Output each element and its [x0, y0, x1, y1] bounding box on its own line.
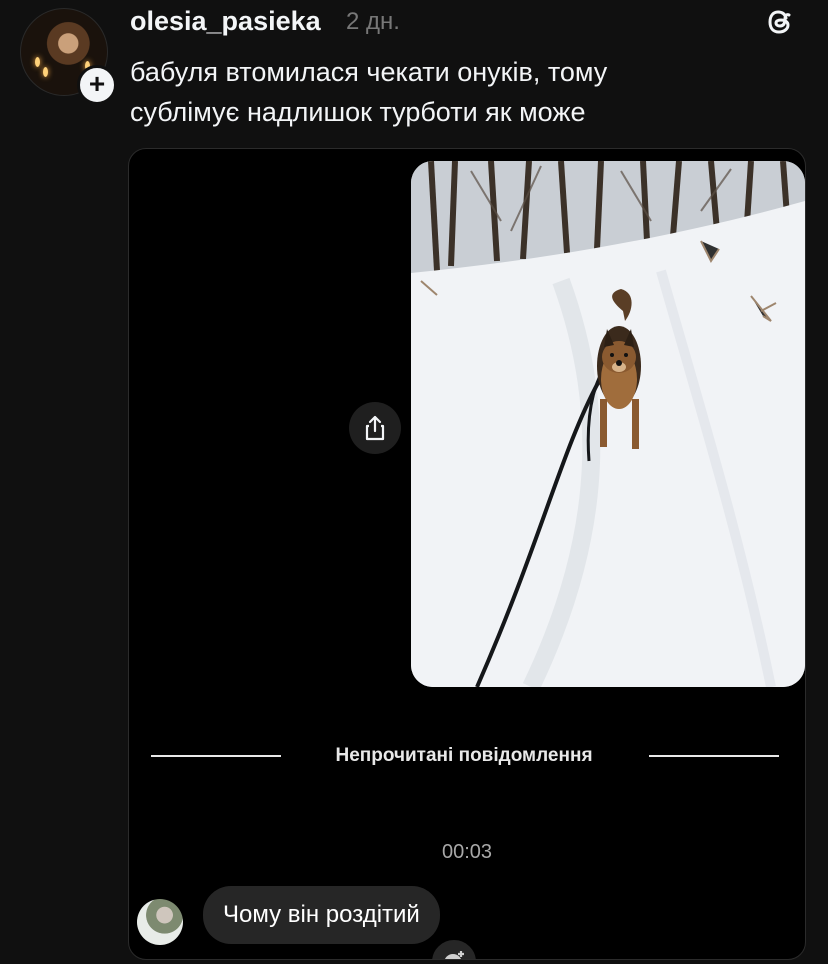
message-timestamp: 00:03 [441, 841, 493, 863]
candle-flame [35, 57, 40, 67]
divider-line-left [151, 755, 281, 757]
emoji-react-icon [444, 951, 464, 959]
candle-flame [43, 67, 48, 77]
divider-line-right [649, 755, 779, 757]
follow-plus-icon[interactable]: + [77, 65, 117, 105]
threads-icon[interactable] [762, 4, 798, 40]
dog-photo[interactable] [411, 161, 805, 687]
share-icon [365, 415, 385, 441]
post-text-line: сублімує надлишок турботи як може [130, 97, 586, 127]
post-text-line: бабуля втомилася чекати онуків, тому [130, 57, 608, 87]
username[interactable]: olesia_pasieka [130, 6, 321, 37]
post-text: бабуля втомилася чекати онуків, тому суб… [130, 52, 790, 132]
emoji-react-button[interactable] [429, 937, 479, 959]
sender-avatar[interactable] [137, 899, 183, 945]
message-bubble[interactable]: Чому він роздітий [203, 886, 440, 944]
post-time: 2 дн. [346, 8, 400, 35]
unread-messages-divider: Непрочитані повідомлення [335, 745, 593, 766]
author-avatar-wrap[interactable]: + [20, 8, 117, 105]
share-button[interactable] [349, 402, 401, 454]
post-media-screenshot[interactable]: Непрочитані повідомлення 00:03 Чому він … [128, 148, 806, 960]
dog-in-snow-image [411, 161, 805, 687]
